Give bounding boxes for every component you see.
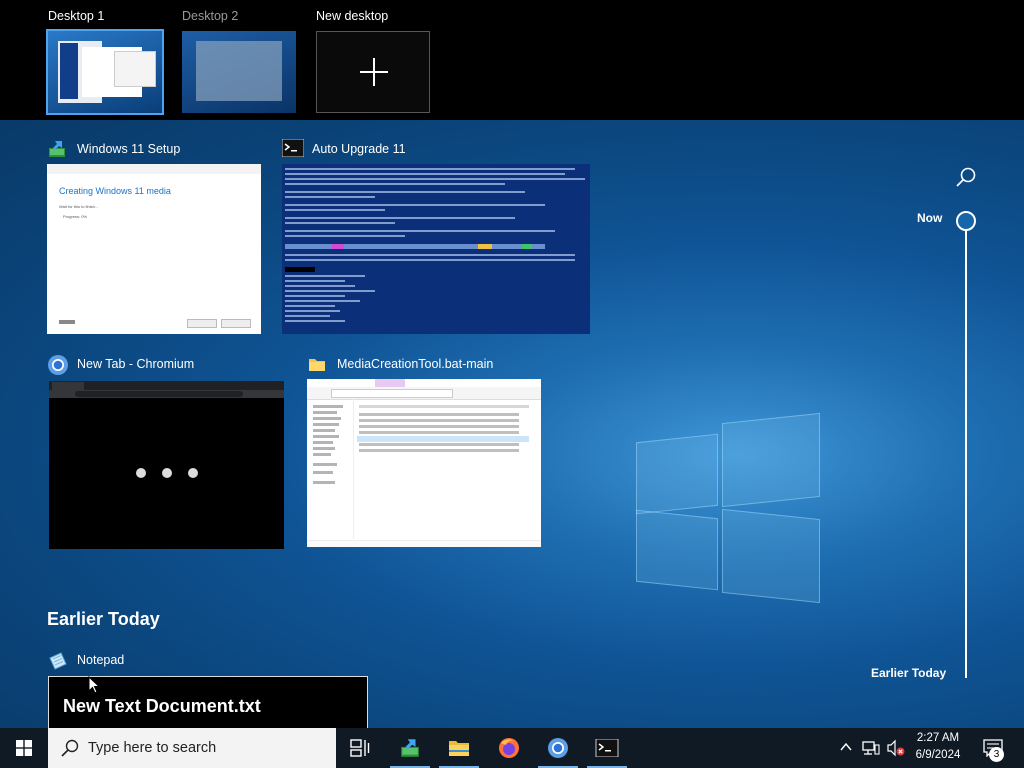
start-button[interactable] [0,728,48,768]
window-thumbnail[interactable] [282,164,590,334]
taskbar-app-terminal[interactable] [583,728,631,768]
notepad-icon [47,650,67,670]
window-title: Auto Upgrade 11 [312,142,406,156]
windows-start-icon [16,740,32,756]
task-view-button[interactable] [336,728,384,768]
taskbar-app-file-explorer[interactable] [435,728,483,768]
taskbar-app-firefox[interactable] [485,728,533,768]
desktop-1-label: Desktop 1 [48,9,105,23]
setup-heading: Creating Windows 11 media [59,186,171,196]
volume-button[interactable] [884,728,908,768]
folder-icon [307,354,327,374]
desktop-2-thumbnail[interactable] [182,31,296,113]
window-thumbnail[interactable] [49,381,284,549]
notification-count-badge: 3 [989,747,1004,762]
timeline-earlier-today-label[interactable]: Earlier Today [871,666,946,680]
show-hidden-icons-button[interactable] [836,728,856,768]
terminal-icon [281,138,305,159]
setup-progress: Progress: 0% [63,214,88,219]
window-title: MediaCreationTool.bat-main [337,357,494,371]
chromium-icon [47,354,68,375]
timeline-handle[interactable] [956,211,976,231]
window-title: Windows 11 Setup [77,142,181,156]
network-icon [862,741,880,755]
taskbar-app-chromium[interactable] [534,728,582,768]
virtual-desktops-bar: Desktop 1 Desktop 2 New desktop [0,0,1024,120]
window-title: New Tab - Chromium [77,357,195,371]
clock-time: 2:27 AM [916,732,960,744]
network-button[interactable] [858,728,882,768]
setup-app-icon [47,139,67,159]
window-thumbnail[interactable] [307,379,541,547]
notepad-filename: New Text Document.txt [63,696,261,716]
new-desktop-button[interactable] [316,31,430,113]
timeline-search-icon[interactable] [954,166,978,190]
clock-date: 6/9/2024 [915,749,961,761]
firefox-icon [499,738,519,758]
taskbar: Type here to search 2:27 AM 6/9/2024 [0,728,1024,768]
earlier-today-heading: Earlier Today [47,609,160,629]
task-view-icon [350,739,370,757]
search-icon [61,739,79,757]
speaker-muted-icon [887,739,905,757]
terminal-icon [595,739,619,757]
search-placeholder: Type here to search [88,740,217,756]
mouse-cursor-icon [88,675,101,699]
taskbar-app-setup[interactable] [386,728,434,768]
setup-app-icon [401,739,419,757]
chevron-up-icon [840,742,852,751]
clock[interactable]: 2:27 AM 6/9/2024 [908,728,970,768]
plus-icon [360,58,388,86]
window-title: Notepad [77,653,125,667]
taskbar-search-box[interactable]: Type here to search [48,728,336,768]
desktop-1-thumbnail[interactable] [46,29,164,115]
timeline-scrollbar[interactable] [965,231,967,678]
windows-logo-wallpaper [636,410,824,604]
file-explorer-icon [449,741,469,756]
chromium-icon [548,738,568,758]
desktop-2-label: Desktop 2 [182,9,239,23]
timeline-now-label: Now [917,211,943,225]
window-thumbnail[interactable]: Creating Windows 11 media Wait for this … [47,164,261,334]
setup-subtitle: Wait for this to finish... [59,204,99,209]
new-desktop-label: New desktop [316,9,389,23]
